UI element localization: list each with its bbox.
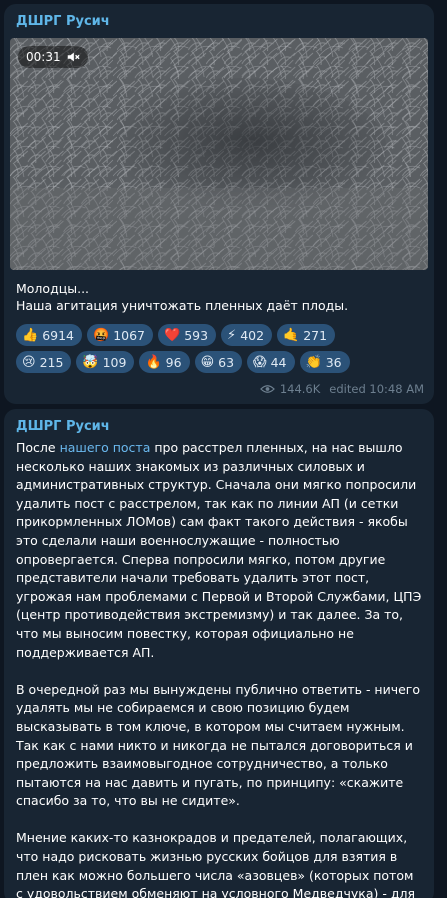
- reaction-thumbs-up[interactable]: 👍 6914: [16, 324, 82, 346]
- call-me-hand-icon: 🤙: [283, 327, 300, 343]
- reaction-count: 402: [240, 327, 265, 343]
- reaction-count: 96: [165, 354, 182, 370]
- thumbs-up-icon: 👍: [22, 327, 39, 343]
- reaction-count: 109: [102, 354, 127, 370]
- caption-line-2: Наша агитация уничтожать пленных даёт пл…: [16, 298, 349, 313]
- reaction-heart[interactable]: ❤️ 593: [158, 324, 217, 346]
- fire-icon: 🔥: [145, 354, 162, 370]
- reaction-clap[interactable]: 👏 36: [299, 351, 350, 373]
- reaction-count: 44: [270, 354, 287, 370]
- paragraph-2: В очередной раз мы вынуждены публично от…: [16, 681, 421, 809]
- reaction-count: 271: [303, 327, 328, 343]
- reaction-count: 215: [39, 354, 64, 370]
- mind-blown-icon: 🤯: [82, 354, 99, 370]
- reaction-count: 593: [184, 327, 209, 343]
- screaming-face-icon: 😱: [253, 354, 267, 370]
- clapping-hands-icon: 👏: [305, 354, 322, 370]
- crying-face-icon: 😢: [22, 354, 36, 370]
- reaction-count: 63: [218, 354, 235, 370]
- sender-name[interactable]: ДШРГ Русич: [4, 409, 434, 435]
- message-bubble-2: ДШРГ Русич После нашего поста про расстр…: [4, 409, 434, 898]
- reactions-bar: 👍 6914 🤬 1067 ❤️ 593 ⚡ 402 🤙 271 😢 215 🤯 109 🔥 9…: [4, 314, 404, 373]
- post-caption: Молодцы... Наша агитация уничтожать плен…: [4, 270, 434, 314]
- text-segment: После: [16, 440, 60, 455]
- video-timer[interactable]: 00:31: [18, 46, 88, 68]
- paragraph-1: После нашего поста про расстрел пленных,…: [16, 439, 422, 662]
- view-count: 144.6K: [279, 382, 321, 396]
- reaction-fire[interactable]: 🔥 96: [139, 351, 190, 373]
- grinning-face-icon: 😁: [200, 354, 215, 370]
- reaction-count: 36: [325, 354, 342, 370]
- speaker-muted-icon[interactable]: [66, 50, 80, 64]
- post-link[interactable]: нашего поста: [60, 440, 151, 455]
- reaction-call-me[interactable]: 🤙 271: [277, 324, 336, 346]
- caption-line-1: Молодцы...: [16, 281, 90, 296]
- angry-face-icon: 🤬: [93, 327, 110, 343]
- video-player[interactable]: 00:31: [10, 38, 428, 270]
- video-duration: 00:31: [26, 50, 61, 64]
- reaction-crying[interactable]: 😢 215: [16, 351, 72, 373]
- reaction-scream[interactable]: 😱 44: [247, 351, 295, 373]
- video-frame: [10, 38, 428, 270]
- reaction-lightning[interactable]: ⚡ 402: [221, 324, 273, 346]
- message-text: После нашего поста про расстрел пленных,…: [4, 435, 434, 898]
- reaction-angry[interactable]: 🤬 1067: [87, 324, 153, 346]
- eye-icon: [259, 385, 275, 393]
- edited-timestamp: edited 10:48 AM: [329, 382, 424, 396]
- message-meta: 144.6K edited 10:48 AM: [259, 382, 424, 396]
- message-bubble-1: ДШРГ Русич 00:31 Молодцы... Наша агитаци…: [4, 4, 434, 404]
- paragraph-3: Мнение каких-то казнокрадов и предателей…: [16, 830, 415, 898]
- reaction-mind-blown[interactable]: 🤯 109: [76, 351, 135, 373]
- reaction-grin[interactable]: 😁 63: [194, 351, 243, 373]
- reaction-count: 1067: [113, 327, 145, 343]
- reaction-count: 6914: [42, 327, 74, 343]
- sender-name[interactable]: ДШРГ Русич: [4, 4, 434, 30]
- lightning-icon: ⚡: [227, 327, 237, 343]
- text-segment: про расстрел пленных, на нас вышло неско…: [16, 440, 422, 660]
- heart-icon: ❤️: [164, 327, 181, 343]
